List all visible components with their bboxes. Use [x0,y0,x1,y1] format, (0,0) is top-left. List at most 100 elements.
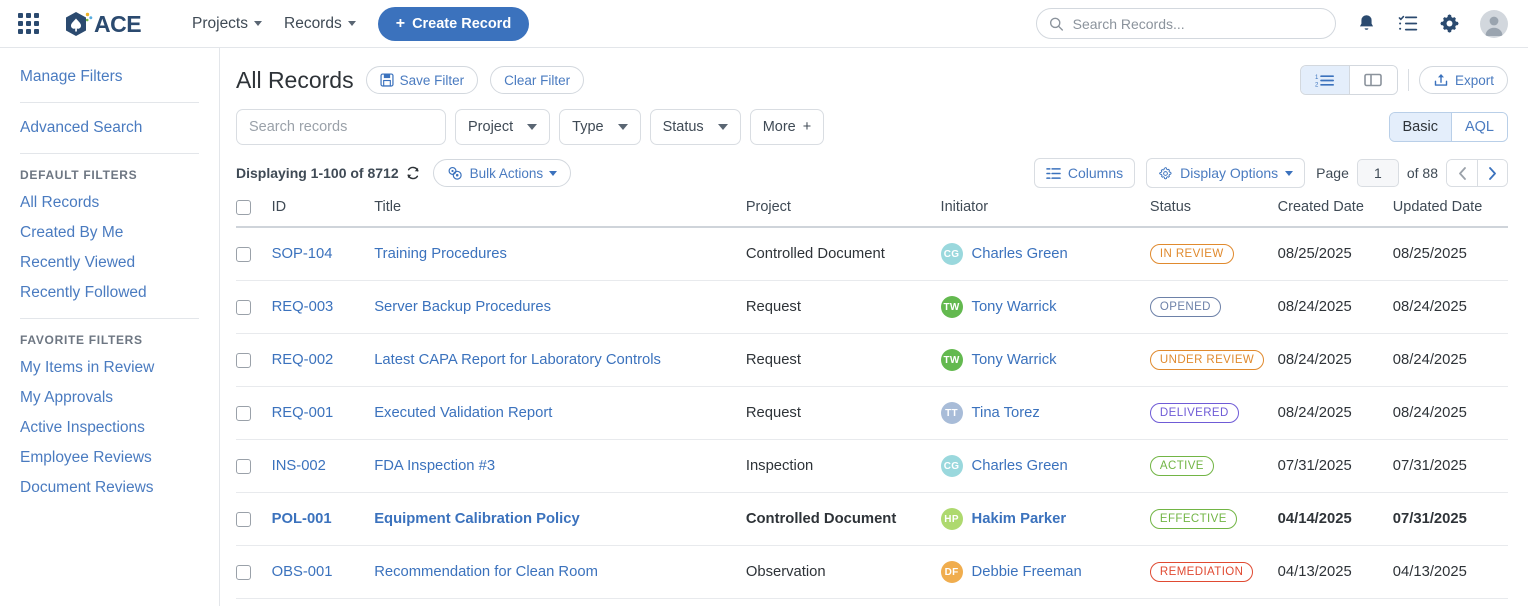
user-avatar[interactable] [1480,10,1508,38]
record-id-link[interactable]: OBS-001 [272,564,333,580]
record-id-link[interactable]: REQ-001 [272,405,334,421]
record-title-link[interactable]: FDA Inspection #3 [374,458,495,474]
table-head: ID Title Project Initiator Status Create… [236,199,1508,227]
column-header-project[interactable]: Project [746,199,941,227]
record-title-link[interactable]: Training Procedures [374,246,507,262]
cell-updated-date: 04/13/2025 [1393,546,1508,599]
sidebar-item-active-inspections[interactable]: Active Inspections [20,413,219,443]
column-header-id[interactable]: ID [272,199,375,227]
columns-label: Columns [1068,165,1123,181]
record-title-link[interactable]: Executed Validation Report [374,405,552,421]
cell-initiator: HPHakim Parker [941,493,1150,546]
table-row[interactable]: REQ-002 Latest CAPA Report for Laboratory… [236,334,1508,387]
save-filter-button[interactable]: Save Filter [366,66,479,94]
column-header-title[interactable]: Title [374,199,746,227]
sidebar-item-created-by-me[interactable]: Created By Me [20,218,219,248]
prev-page-button[interactable] [1447,160,1477,186]
record-id-link[interactable]: REQ-003 [272,299,334,315]
record-id-link[interactable]: SOP-104 [272,246,333,262]
record-title-link[interactable]: Equipment Calibration Policy [374,511,580,527]
cell-initiator: TWTony Warrick [941,281,1150,334]
table-row[interactable]: SOP-104Training ProceduresControlled Doc… [236,227,1508,281]
global-search[interactable] [1036,8,1336,39]
table-row[interactable]: INS-002FDA Inspection #3InspectionCGChar… [236,440,1508,493]
global-search-input[interactable] [1073,16,1323,32]
table-row[interactable]: REQ-001Executed Validation ReportRequest… [236,387,1508,440]
column-header-created-date[interactable]: Created Date [1278,199,1393,227]
ace-logo[interactable]: ACE [62,10,166,38]
record-title-link[interactable]: Latest CAPA Report for Laboratory Contro… [374,352,661,368]
sidebar-item-recently-followed[interactable]: Recently Followed [20,278,219,308]
sidebar-item-recently-viewed[interactable]: Recently Viewed [20,248,219,278]
table-row[interactable]: REQ-003Server Backup ProceduresRequestTW… [236,281,1508,334]
select-all-checkbox[interactable] [236,200,251,215]
apps-grid-icon[interactable] [18,13,40,35]
view-mode-toggle: 1 2 [1300,65,1398,95]
row-checkbox[interactable] [236,512,251,527]
initiator-name-link[interactable]: Tony Warrick [972,299,1057,315]
export-button[interactable]: Export [1419,66,1508,94]
filter-type-dropdown[interactable]: Type [559,109,640,145]
column-header-initiator[interactable]: Initiator [941,199,1150,227]
row-checkbox[interactable] [236,300,251,315]
cell-title: FDA Inspection #3 [374,440,746,493]
column-header-updated-date[interactable]: Updated Date [1393,199,1508,227]
column-header-status[interactable]: Status [1150,199,1278,227]
sidebar-item-employee-reviews[interactable]: Employee Reviews [20,443,219,473]
record-id-link[interactable]: REQ-002 [272,352,334,368]
cell-title: Latest CAPA Report for Laboratory Contro… [374,334,746,387]
sidebar-item-my-items-in-review[interactable]: My Items in Review [20,353,219,383]
initiator-name-link[interactable]: Debbie Freeman [972,564,1082,580]
record-title-link[interactable]: Server Backup Procedures [374,299,551,315]
cell-created-date: 08/24/2025 [1278,334,1393,387]
row-checkbox[interactable] [236,247,251,262]
row-select-cell [236,227,272,281]
sidebar-item-all-records[interactable]: All Records [20,188,219,218]
sidebar-item-document-reviews[interactable]: Document Reviews [20,473,219,503]
sidebar-item-manage-filters[interactable]: Manage Filters [20,62,219,92]
notifications-bell-icon[interactable] [1356,13,1377,34]
initiator-name-link[interactable]: Tina Torez [972,405,1040,421]
row-checkbox[interactable] [236,406,251,421]
nav-right-group [1036,8,1508,39]
initiator-name-link[interactable]: Tony Warrick [972,352,1057,368]
status-badge: ACTIVE [1150,456,1214,476]
nav-records[interactable]: Records [284,15,356,33]
page-number-input[interactable] [1357,159,1399,187]
sidebar-item-my-approvals[interactable]: My Approvals [20,383,219,413]
row-checkbox[interactable] [236,459,251,474]
query-mode-aql[interactable]: AQL [1451,113,1507,141]
gear-icon[interactable] [1439,13,1460,34]
cell-id: REQ-001 [272,387,375,440]
cell-created-date: 08/24/2025 [1278,387,1393,440]
filter-status-dropdown[interactable]: Status [650,109,741,145]
record-id-link[interactable]: INS-002 [272,458,326,474]
sidebar-item-advanced-search[interactable]: Advanced Search [20,113,219,143]
tasks-checklist-icon[interactable] [1397,13,1419,34]
displaying-label: Displaying 1-100 of 8712 [236,165,399,181]
display-options-button[interactable]: Display Options [1146,158,1305,188]
bulk-actions-button[interactable]: Bulk Actions [433,159,572,187]
record-title-link[interactable]: Recommendation for Clean Room [374,564,598,580]
table-row[interactable]: POL-001Equipment Calibration PolicyContr… [236,493,1508,546]
clear-filter-button[interactable]: Clear Filter [490,66,584,94]
view-mode-list[interactable]: 1 2 [1301,66,1349,94]
query-mode-basic[interactable]: Basic [1390,113,1451,141]
page-label: Page [1316,165,1349,181]
filter-more-button[interactable]: More + [750,109,825,145]
initiator-name-link[interactable]: Charles Green [972,458,1068,474]
next-page-button[interactable] [1477,160,1507,186]
row-checkbox[interactable] [236,353,251,368]
nav-projects[interactable]: Projects [192,15,262,33]
table-row[interactable]: OBS-001Recommendation for Clean RoomObse… [236,546,1508,599]
view-mode-split[interactable] [1349,66,1397,94]
initiator-name-link[interactable]: Hakim Parker [972,511,1067,527]
search-records-input[interactable] [236,109,446,145]
filter-project-dropdown[interactable]: Project [455,109,550,145]
create-record-button[interactable]: + Create Record [378,7,529,41]
initiator-name-link[interactable]: Charles Green [972,246,1068,262]
record-id-link[interactable]: POL-001 [272,511,332,527]
columns-button[interactable]: Columns [1034,158,1135,188]
row-checkbox[interactable] [236,565,251,580]
title-row: All Records Save Filter Clear Filter 1 [236,62,1508,98]
